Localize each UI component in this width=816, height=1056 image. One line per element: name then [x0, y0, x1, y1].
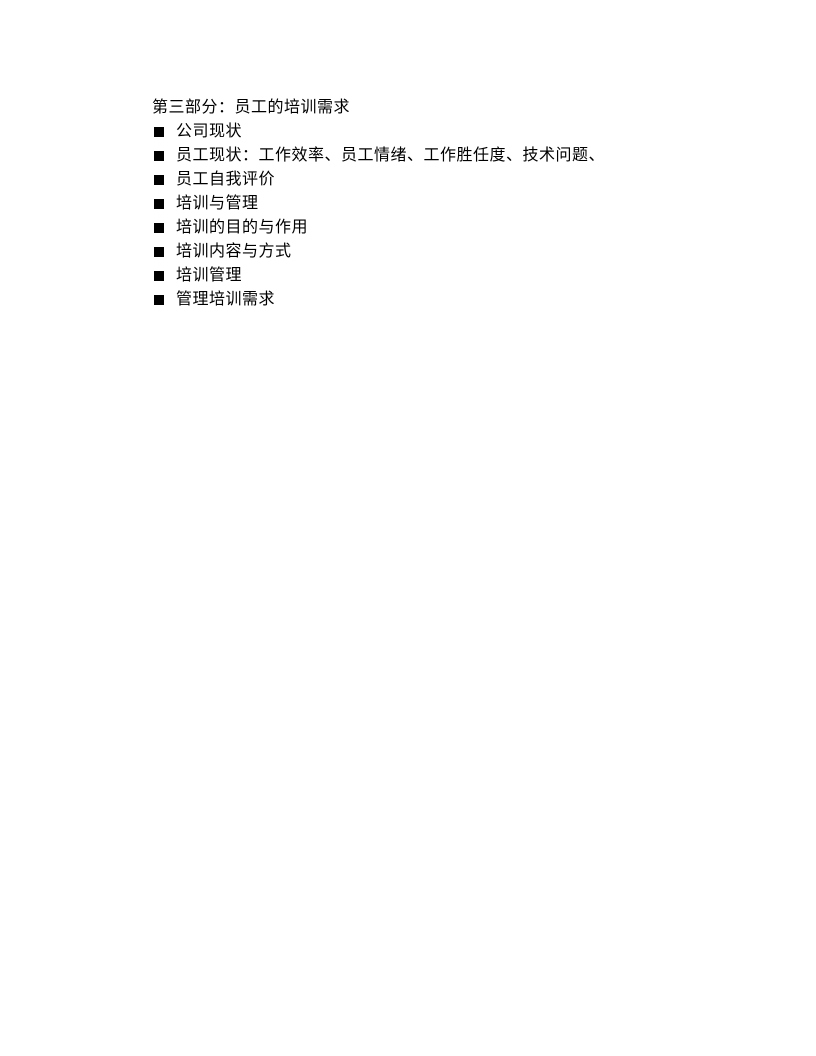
list-item-text: 公司现状 — [176, 120, 242, 144]
list-item-text: 员工自我评价 — [176, 168, 275, 192]
square-bullet-icon — [154, 271, 164, 281]
square-bullet-icon — [154, 127, 164, 137]
bullet-list: 公司现状 员工现状：工作效率、员工情绪、工作胜任度、技术问题、 员工自我评价 培… — [152, 120, 816, 312]
list-item: 员工现状：工作效率、员工情绪、工作胜任度、技术问题、 — [152, 144, 816, 168]
list-item: 培训与管理 — [152, 192, 816, 216]
list-item-text: 培训与管理 — [176, 192, 259, 216]
list-item: 培训的目的与作用 — [152, 216, 816, 240]
list-item: 管理培训需求 — [152, 288, 816, 312]
list-item: 培训管理 — [152, 264, 816, 288]
square-bullet-icon — [154, 295, 164, 305]
list-item-text: 培训管理 — [176, 264, 242, 288]
list-item: 培训内容与方式 — [152, 240, 816, 264]
list-item: 公司现状 — [152, 120, 816, 144]
square-bullet-icon — [154, 175, 164, 185]
square-bullet-icon — [154, 223, 164, 233]
list-item-text: 管理培训需求 — [176, 288, 275, 312]
list-item-text: 培训内容与方式 — [176, 240, 292, 264]
list-item: 员工自我评价 — [152, 168, 816, 192]
section-heading: 第三部分：员工的培训需求 — [152, 96, 816, 120]
square-bullet-icon — [154, 247, 164, 257]
square-bullet-icon — [154, 151, 164, 161]
list-item-text: 培训的目的与作用 — [176, 216, 308, 240]
square-bullet-icon — [154, 199, 164, 209]
list-item-text: 员工现状：工作效率、员工情绪、工作胜任度、技术问题、 — [176, 144, 605, 168]
